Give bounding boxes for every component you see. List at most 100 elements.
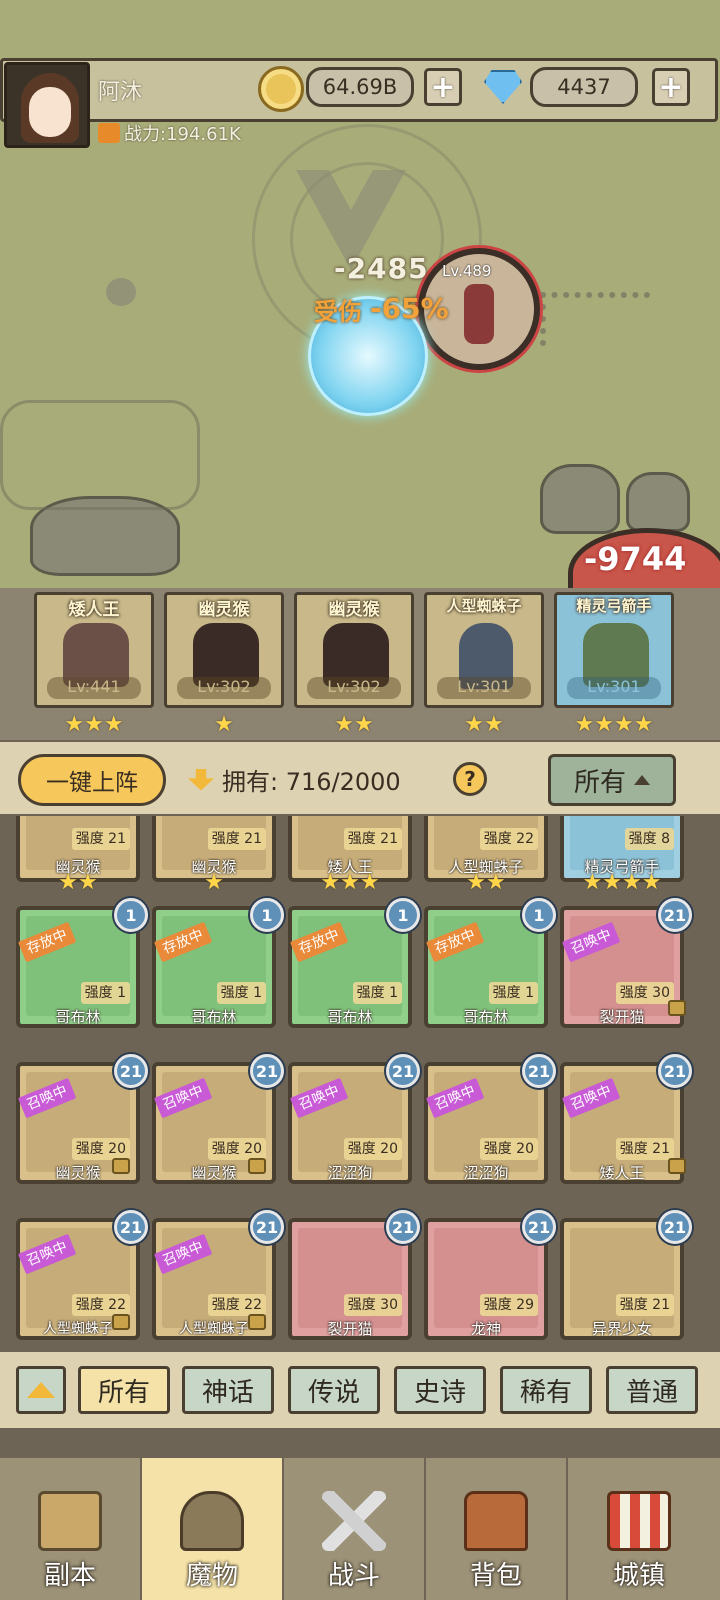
count-badge: 21 [658,1210,692,1244]
power-icon [98,123,120,143]
strength-label: 强度 22 [479,828,538,850]
monster-stars: ★★★ [320,870,380,895]
help-button[interactable]: ? [453,762,487,796]
lock-icon [248,1314,266,1330]
monster-stars: ★★ [58,870,98,895]
nav-label: 副本 [43,1561,96,1591]
monster-name: 涩涩狗 [463,1164,509,1182]
gold-amount: 64.69B [306,67,414,107]
team-hero-name: 人型蜘蛛子 [446,597,522,615]
team-hero-level: Lv:301 [437,677,531,699]
bottom-nav: 副本 魔物 战斗 背包 城镇 [0,1458,720,1600]
team-hero-level: Lv:302 [177,677,271,699]
strength-label: 强度 29 [479,1294,538,1316]
filter-rare[interactable]: 稀有 [500,1366,592,1414]
collapse-button[interactable] [16,1366,66,1414]
avatar[interactable] [4,62,90,148]
monster-name: 哥布林 [327,1008,373,1026]
enemy-figure [464,284,494,344]
strength-label: 强度 20 [343,1138,402,1160]
strength-label: 强度 21 [207,828,266,850]
strength-label: 强度 1 [488,982,538,1004]
nav-dungeon[interactable]: 副本 [0,1458,142,1600]
count-badge: 1 [250,898,284,932]
filter-legendary[interactable]: 传说 [288,1366,380,1414]
monster-stars: ★ [204,870,224,895]
power-row: 战力:194.61K [98,120,241,146]
rock [540,464,620,534]
player-name: 阿沐 [98,80,143,105]
auto-deploy-button[interactable]: 一键上阵 [18,754,166,806]
owned-count: 拥有: 716/2000 [222,768,401,796]
rock [626,472,690,532]
filter-common[interactable]: 普通 [606,1366,698,1414]
strength-label: 强度 21 [615,1138,674,1160]
filter-all[interactable]: 所有 [78,1366,170,1414]
lock-icon [112,1158,130,1174]
team-slot[interactable]: 人型蜘蛛子 Lv:301 [424,592,544,708]
filter-mythic[interactable]: 神话 [182,1366,274,1414]
monster-name: 哥布林 [463,1008,509,1026]
count-badge: 21 [522,1054,556,1088]
bone-decor [540,292,650,346]
filter-dropdown[interactable]: 所有 [548,754,676,806]
backpack-icon [464,1491,528,1551]
count-badge: 21 [386,1054,420,1088]
strength-label: 强度 20 [479,1138,538,1160]
strength-label: 强度 21 [343,828,402,850]
nav-label: 背包 [469,1561,522,1591]
damage-number: -2485 [334,252,429,285]
nav-battle[interactable]: 战斗 [284,1458,426,1600]
count-badge: 21 [658,898,692,932]
monster-grid[interactable]: 强度 21 幽灵猴 ★★ 强度 21 幽灵猴 ★ 强度 21 矮人王 ★★★ 强… [0,816,720,1379]
nav-monsters[interactable]: 魔物 [142,1458,284,1600]
monster-name: 裂开猫 [327,1320,373,1338]
add-gems-button[interactable]: + [652,68,690,106]
team-hero-level: Lv:301 [567,677,661,699]
team-hero-name: 精灵弓箭手 [576,597,652,615]
team-hero-name: 幽灵猴 [328,600,380,620]
strength-label: 强度 22 [71,1294,130,1316]
count-badge: 21 [250,1054,284,1088]
count-badge: 1 [114,898,148,932]
count-badge: 21 [386,1210,420,1244]
strength-label: 强度 21 [615,1294,674,1316]
nav-town[interactable]: 城镇 [568,1458,710,1600]
filter-epic[interactable]: 史诗 [394,1366,486,1414]
monster-name: 异界少女 [591,1320,652,1338]
team-slot[interactable]: 矮人王 Lv:441 [34,592,154,708]
strength-label: 强度 30 [615,982,674,1004]
rarity-filter-bar: 所有 神话 传说 史诗 稀有 普通 [0,1352,720,1428]
nav-bag[interactable]: 背包 [426,1458,568,1600]
count-badge: 1 [522,898,556,932]
monster-stars: ★★★★ [582,870,662,895]
team-hero-name: 幽灵猴 [198,600,250,620]
team-lineup: 矮人王 Lv:441 ★★★ 幽灵猴 Lv:302 ★ 幽灵猴 Lv:302 ★… [0,588,720,740]
strength-label: 强度 22 [207,1294,266,1316]
map-scroll-icon [38,1491,102,1551]
team-hero-level: Lv:302 [307,677,401,699]
team-slot[interactable]: 幽灵猴 Lv:302 [164,592,284,708]
team-slot[interactable]: 幽灵猴 Lv:302 [294,592,414,708]
team-slot[interactable]: 精灵弓箭手 Lv:301 [554,592,674,708]
nav-label: 战斗 [327,1561,380,1591]
strength-label: 强度 30 [343,1294,402,1316]
hero-stars: ★ [214,712,234,737]
skull-icon [106,278,136,306]
count-badge: 21 [522,1210,556,1244]
strength-label: 强度 1 [80,982,130,1004]
add-gold-button[interactable]: + [424,68,462,106]
monster-name: 哥布林 [55,1008,101,1026]
strength-label: 强度 20 [207,1138,266,1160]
hero-stars: ★★ [464,712,504,737]
count-badge: 21 [658,1054,692,1088]
monster-name: 哥布林 [191,1008,237,1026]
shop-icon [607,1491,671,1551]
team-hero-level: Lv:441 [47,677,141,699]
triangle-up-icon [27,1382,55,1398]
monster-name: 裂开猫 [599,1008,645,1026]
avatar-face [29,87,71,137]
damage-number-2: -9744 [584,540,687,578]
strength-label: 强度 21 [71,828,130,850]
crossed-swords-icon [322,1491,386,1551]
